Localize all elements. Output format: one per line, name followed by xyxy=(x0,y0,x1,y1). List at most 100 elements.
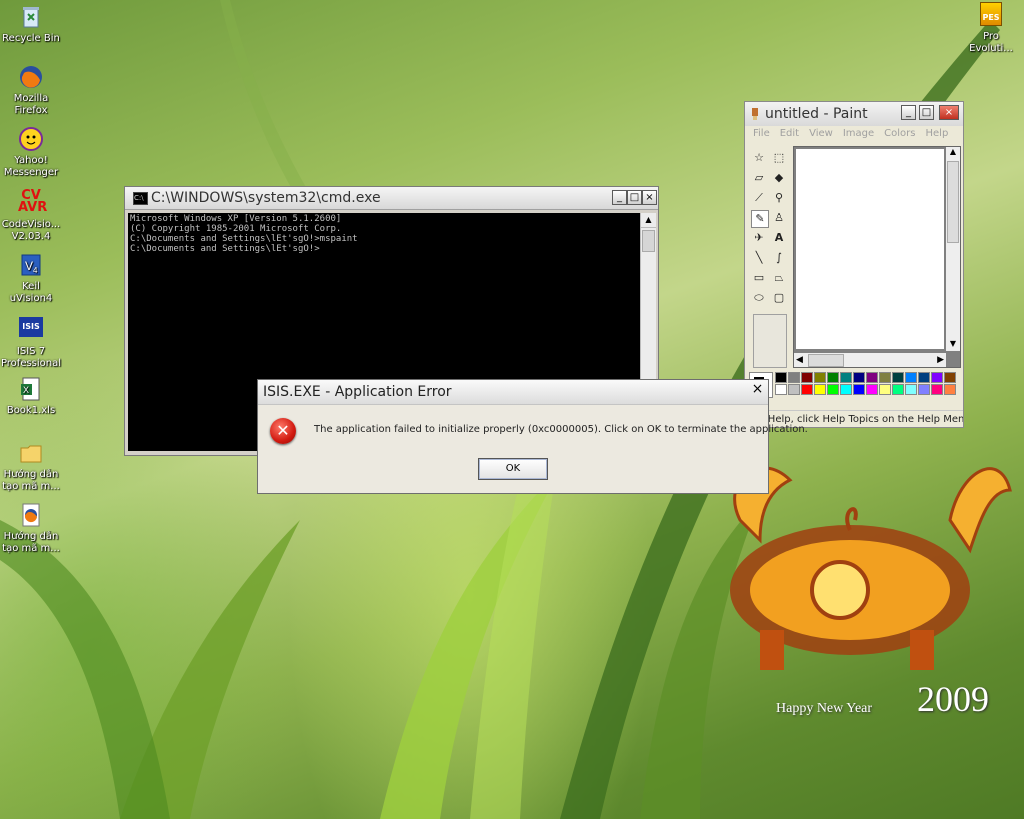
cmd-close-button[interactable]: × xyxy=(642,190,657,205)
desktop-icon-keil[interactable]: V4 Keil uVision4 xyxy=(0,252,62,305)
palette-swatch[interactable] xyxy=(879,384,891,395)
pencil-icon[interactable]: ✎ xyxy=(751,210,769,228)
rect-select-icon[interactable]: ⬚ xyxy=(771,150,787,166)
palette-swatch[interactable] xyxy=(840,372,852,383)
desktop-icon-book1[interactable]: X Book1.xls xyxy=(0,376,62,417)
scroll-left-arrow-icon[interactable]: ◀ xyxy=(796,353,803,367)
menu-view[interactable]: View xyxy=(809,128,833,142)
text-tool-icon[interactable]: A xyxy=(771,230,787,246)
palette-swatch[interactable] xyxy=(866,384,878,395)
menu-colors[interactable]: Colors xyxy=(884,128,915,142)
error-dialog-close-button[interactable]: × xyxy=(750,382,765,398)
cmd-scroll-thumb[interactable] xyxy=(642,230,655,252)
desktop-icon-label: ISIS 7 xyxy=(16,346,46,357)
palette-swatch[interactable] xyxy=(866,372,878,383)
menu-file[interactable]: File xyxy=(753,128,770,142)
polygon-tool-icon[interactable]: ⏢ xyxy=(771,270,787,286)
palette-swatch[interactable] xyxy=(788,372,800,383)
desktop-icon-recycle-bin[interactable]: Recycle Bin xyxy=(0,4,62,45)
palette-swatch[interactable] xyxy=(879,372,891,383)
menu-image[interactable]: Image xyxy=(843,128,874,142)
scroll-up-arrow-icon[interactable]: ▲ xyxy=(641,213,656,228)
pes-game-icon: PES xyxy=(978,2,1004,28)
paint-vscroll-thumb[interactable] xyxy=(947,161,959,243)
desktop-icon-label: Mozilla xyxy=(13,93,49,104)
scroll-down-arrow-icon[interactable]: ▼ xyxy=(946,339,960,351)
tool-options-box[interactable] xyxy=(753,314,787,368)
desktop-icon-folder[interactable]: Hướng dẫn tạo mã m... xyxy=(0,440,62,493)
curve-tool-icon[interactable]: ∫ xyxy=(771,250,787,266)
palette-swatch[interactable] xyxy=(892,384,904,395)
palette-swatch[interactable] xyxy=(788,384,800,395)
palette-swatch[interactable] xyxy=(853,372,865,383)
palette-swatch[interactable] xyxy=(931,372,943,383)
paint-vertical-scrollbar[interactable]: ▲ ▼ xyxy=(946,147,960,351)
line-tool-icon[interactable]: ╲ xyxy=(751,250,767,266)
airbrush-icon[interactable]: ✈ xyxy=(751,230,767,246)
palette-swatch[interactable] xyxy=(931,384,943,395)
cmd-maximize-button[interactable]: □ xyxy=(627,190,642,205)
desktop-icon-codevision[interactable]: CV AVR CodeVisio... V2.03.4 xyxy=(0,189,62,243)
desktop-icon-pes[interactable]: PES Pro Evoluti... xyxy=(960,2,1022,55)
paint-maximize-button[interactable]: □ xyxy=(919,105,934,120)
magnifier-icon[interactable]: ⚲ xyxy=(771,190,787,206)
desktop-icon-yahoo-messenger[interactable]: Yahoo! Messenger xyxy=(0,126,62,179)
paint-canvas[interactable] xyxy=(796,149,944,349)
paint-hscroll-thumb[interactable] xyxy=(808,354,844,367)
palette-swatch[interactable] xyxy=(814,372,826,383)
palette-swatch[interactable] xyxy=(944,372,956,383)
desktop-icon-firefox-document[interactable]: Hướng dẫn tạo mã m... xyxy=(0,502,62,555)
palette-swatch[interactable] xyxy=(840,384,852,395)
desktop-icon-firefox[interactable]: Mozilla Firefox xyxy=(0,64,62,117)
eraser-icon[interactable]: ▱ xyxy=(751,170,767,186)
scroll-up-arrow-icon[interactable]: ▲ xyxy=(946,147,960,159)
desktop-icon-label: Hướng dẫn xyxy=(3,531,59,542)
paint-window[interactable]: untitled - Paint _ □ × File Edit View Im… xyxy=(744,101,964,428)
paint-toolbox: ☆ ⬚ ▱ ◆ ⟋ ⚲ ✎ ♙ ✈ A ╲ ∫ ▭ ⏢ ⬭ ▢ xyxy=(749,148,789,370)
palette-swatch[interactable] xyxy=(801,372,813,383)
rounded-rect-tool-icon[interactable]: ▢ xyxy=(771,290,787,306)
palette-swatch[interactable] xyxy=(775,372,787,383)
ok-button[interactable]: OK xyxy=(478,458,548,480)
fill-bucket-icon[interactable]: ◆ xyxy=(771,170,787,186)
paint-minimize-button[interactable]: _ xyxy=(901,105,916,120)
desktop-icon-label: tạo mã m... xyxy=(2,543,60,554)
palette-swatch[interactable] xyxy=(827,372,839,383)
brush-icon[interactable]: ♙ xyxy=(771,210,787,226)
desktop-icon-label: Book1.xls xyxy=(6,405,56,416)
console-line: Microsoft Windows XP [Version 5.1.2600] xyxy=(130,214,342,224)
palette-swatch[interactable] xyxy=(905,384,917,395)
rectangle-tool-icon[interactable]: ▭ xyxy=(751,270,767,286)
palette-swatch[interactable] xyxy=(918,372,930,383)
cmd-titlebar[interactable]: C:\ C:\WINDOWS\system32\cmd.exe _ □ × xyxy=(125,187,658,210)
scroll-right-arrow-icon[interactable]: ▶ xyxy=(937,353,944,367)
paint-close-button[interactable]: × xyxy=(939,105,959,120)
palette-swatch[interactable] xyxy=(944,384,956,395)
cmd-title: C:\WINDOWS\system32\cmd.exe xyxy=(151,190,381,206)
error-dialog-titlebar[interactable]: ISIS.EXE - Application Error × xyxy=(258,380,768,405)
desktop-icon-label: Firefox xyxy=(14,105,48,116)
ellipse-tool-icon[interactable]: ⬭ xyxy=(751,290,767,306)
free-select-icon[interactable]: ☆ xyxy=(751,150,767,166)
cmd-minimize-button[interactable]: _ xyxy=(612,190,627,205)
palette-swatch[interactable] xyxy=(801,384,813,395)
menu-help[interactable]: Help xyxy=(926,128,949,142)
color-picker-icon[interactable]: ⟋ xyxy=(751,190,767,206)
palette-swatch[interactable] xyxy=(853,384,865,395)
keil-icon: V4 xyxy=(18,252,44,278)
palette-swatch[interactable] xyxy=(918,384,930,395)
paint-titlebar[interactable]: untitled - Paint _ □ × xyxy=(745,102,963,126)
desktop-icon-label: uVision4 xyxy=(9,293,53,304)
console-line: (C) Copyright 1985-2001 Microsoft Corp. xyxy=(130,224,342,234)
menu-edit[interactable]: Edit xyxy=(780,128,799,142)
palette-swatch[interactable] xyxy=(814,384,826,395)
error-dialog-title: ISIS.EXE - Application Error xyxy=(263,384,452,400)
desktop-icon-isis[interactable]: ISIS ISIS 7 Professional xyxy=(0,314,62,370)
palette-swatch[interactable] xyxy=(827,384,839,395)
paint-horizontal-scrollbar[interactable]: ◀ ▶ xyxy=(794,353,946,367)
palette-swatch[interactable] xyxy=(775,384,787,395)
error-dialog[interactable]: ISIS.EXE - Application Error × ✕ The app… xyxy=(257,379,808,494)
palette-swatch[interactable] xyxy=(905,372,917,383)
desktop-icon-label: V2.03.4 xyxy=(11,231,51,242)
palette-swatch[interactable] xyxy=(892,372,904,383)
